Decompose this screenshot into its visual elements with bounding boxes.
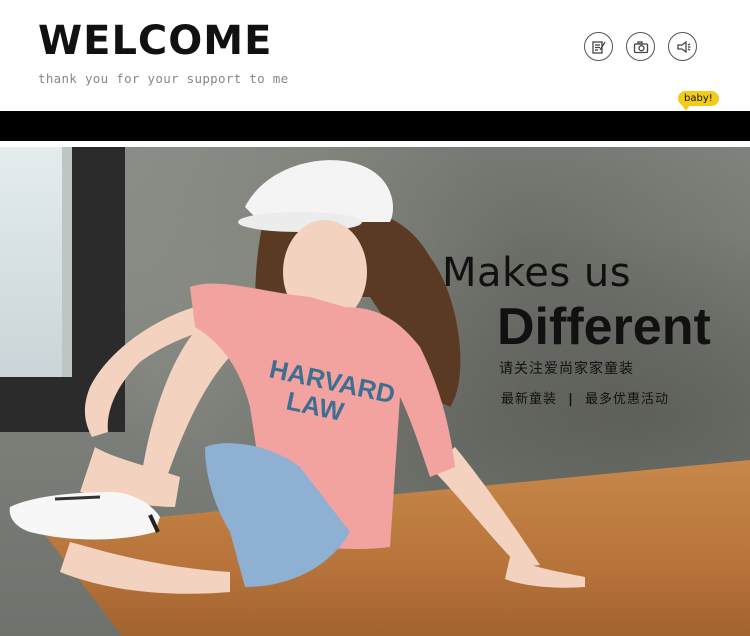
- edit-document-icon[interactable]: [584, 32, 613, 61]
- baby-badge: baby!: [678, 91, 719, 111]
- brand-subtitle: 请关注爱尚家家童装: [499, 361, 634, 377]
- header-divider-bar: [0, 111, 750, 141]
- page-header: WELCOME thank you for your support to me…: [0, 0, 750, 111]
- promo-line: 最新童装 | 最多优惠活动: [501, 388, 669, 407]
- headline-different: Different: [497, 298, 711, 356]
- megaphone-icon[interactable]: [668, 32, 697, 61]
- promo-discounts: 最多优惠活动: [585, 392, 670, 407]
- promo-newest: 最新童装: [501, 392, 558, 407]
- promo-separator: |: [568, 392, 574, 407]
- headline-makes-us: Makes us: [442, 250, 632, 296]
- welcome-tagline: thank you for your support to me: [38, 71, 289, 86]
- camera-icon[interactable]: [626, 32, 655, 61]
- header-icon-group: [584, 32, 697, 61]
- welcome-title: WELCOME: [38, 18, 273, 64]
